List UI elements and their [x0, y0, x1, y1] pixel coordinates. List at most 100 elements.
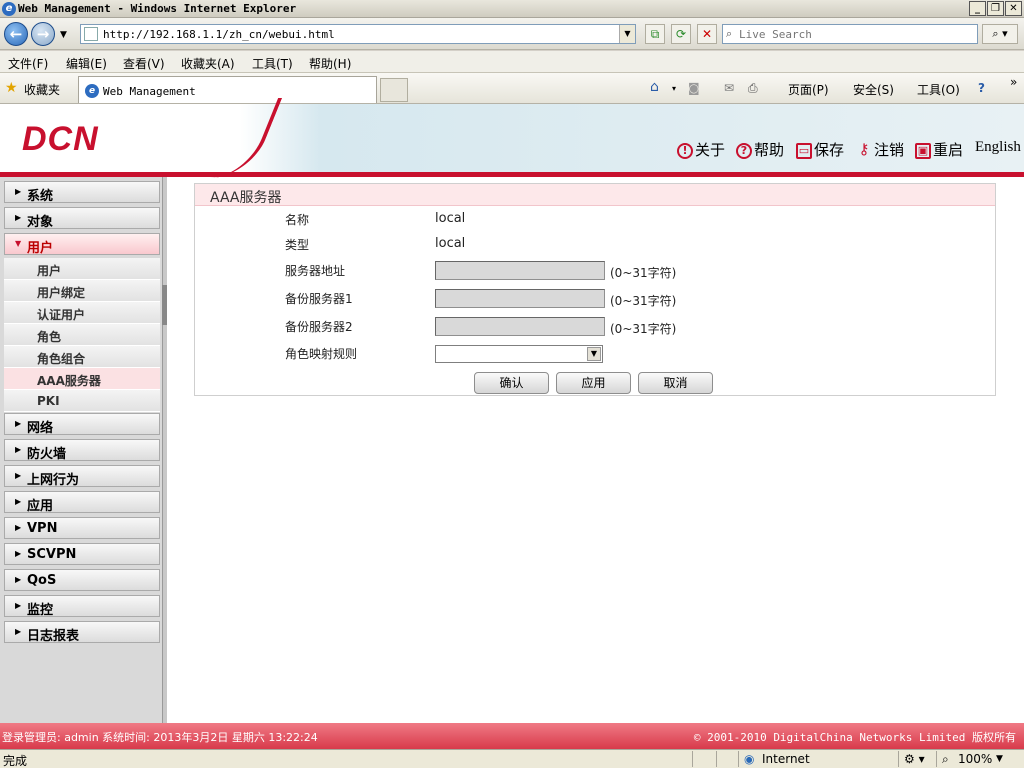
back-button[interactable]: ← — [4, 22, 28, 46]
favorites-button[interactable]: 收藏夹 — [24, 81, 60, 98]
save-label: 保存 — [814, 141, 845, 159]
role-mapping-select[interactable]: ▼ — [435, 345, 603, 363]
restore-button[interactable]: ❐ — [987, 1, 1004, 16]
chevron-down-icon: ▼ — [15, 239, 22, 248]
home-dropdown-icon[interactable]: ▾ — [672, 84, 676, 93]
menu-help[interactable]: 帮助(H) — [309, 55, 351, 72]
type-label: 类型 — [285, 238, 310, 252]
login-info: 登录管理员: admin 系统时间: 2013年3月2日 星期六 13:22:2… — [2, 731, 318, 744]
search-button[interactable]: ⌕ ▾ — [982, 24, 1018, 44]
reboot-label: 重启 — [933, 141, 964, 159]
page-menu[interactable]: 页面(P) — [788, 81, 829, 98]
refresh-icon[interactable]: ⟳ — [671, 24, 691, 44]
chevron-right-icon: ▶ — [15, 497, 22, 506]
safety-menu[interactable]: 安全(S) — [853, 81, 894, 98]
key-icon: ⚷ — [858, 140, 870, 158]
nav-scvpn[interactable]: ▶ SCVPN — [4, 543, 160, 565]
select-dropdown-icon[interactable]: ▼ — [587, 347, 601, 361]
sidebar-splitter[interactable] — [162, 177, 167, 723]
menu-tools[interactable]: 工具(T) — [252, 55, 293, 72]
page-icon — [84, 27, 98, 41]
chevron-right-icon: ▶ — [15, 627, 22, 636]
sidebar-nav: ▶ 系统 ▶ 对象 ▼ 用户 用户 用户绑定 认证用户 角色 角色组合 AAA服务器 … — [0, 177, 167, 723]
print-icon[interactable]: ⎙ — [748, 81, 758, 96]
mail-icon[interactable]: ✉ — [724, 81, 734, 95]
address-bar[interactable]: http://192.168.1.1/zh_cn/webui.html ▼ — [80, 24, 636, 44]
reboot-link[interactable]: ▣ 重启 — [915, 139, 963, 160]
stop-icon[interactable]: ✕ — [697, 24, 717, 44]
about-link[interactable]: ! 关于 — [677, 139, 725, 160]
chevron-right-icon: ▶ — [15, 213, 22, 222]
chevron-right-icon: ▶ — [15, 523, 22, 532]
favorites-star-icon[interactable]: ★ — [5, 80, 18, 96]
save-link[interactable]: ▭ 保存 — [796, 139, 844, 160]
zoom-level[interactable]: 100% — [958, 752, 992, 766]
menu-edit[interactable]: 编辑(E) — [66, 55, 107, 72]
zoom-dropdown-icon[interactable]: ▼ — [996, 754, 1003, 764]
cancel-button[interactable]: 取消 — [638, 372, 713, 394]
protected-mode-icon[interactable]: ⚙ ▾ — [904, 752, 925, 766]
backup-server-1-input[interactable] — [435, 289, 605, 308]
feeds-icon[interactable]: ◙ — [688, 81, 700, 95]
copyright: © 2001-2010 DigitalChina Networks Limite… — [693, 731, 1016, 744]
logout-label: 注销 — [874, 141, 905, 159]
nav-firewall[interactable]: ▶ 防火墙 — [4, 439, 160, 462]
nav-vpn[interactable]: ▶ VPN — [4, 517, 160, 539]
tools-menu[interactable]: 工具(O) — [917, 81, 960, 98]
minimize-button[interactable]: _ — [969, 1, 986, 16]
status-separator — [716, 751, 717, 767]
nav-sub-role-combination[interactable]: 角色组合 — [4, 346, 160, 368]
nav-qos[interactable]: ▶ QoS — [4, 569, 160, 591]
home-icon[interactable]: ⌂ — [650, 79, 659, 95]
help-label: 帮助 — [754, 141, 785, 159]
english-link[interactable]: English — [975, 139, 1021, 156]
nav-log-reports[interactable]: ▶ 日志报表 — [4, 621, 160, 644]
nav-internet-behavior[interactable]: ▶ 上网行为 — [4, 465, 160, 488]
nav-sub-user-binding[interactable]: 用户绑定 — [4, 280, 160, 302]
forward-button[interactable]: → — [31, 22, 55, 46]
favorites-bar: ★ 收藏夹 e Web Management ⌂ ▾ ◙ ✉ ⎙ 页面(P) 安… — [0, 73, 1024, 104]
close-window-button[interactable]: ✕ — [1005, 1, 1022, 16]
nav-sub-users[interactable]: 用户 — [4, 258, 160, 280]
nav-sub-roles[interactable]: 角色 — [4, 324, 160, 346]
menu-favorites[interactable]: 收藏夹(A) — [181, 55, 235, 72]
nav-objects[interactable]: ▶ 对象 — [4, 207, 160, 230]
page-footer: 登录管理员: admin 系统时间: 2013年3月2日 星期六 13:22:2… — [0, 723, 1024, 749]
backup-server-2-input[interactable] — [435, 317, 605, 336]
logout-link[interactable]: ⚷ 注销 — [856, 139, 905, 160]
compatibility-icon[interactable]: ⧉ — [645, 24, 665, 44]
address-dropdown-icon[interactable]: ▼ — [619, 25, 635, 43]
chevron-right-icon: ▶ — [15, 187, 22, 196]
nav-applications[interactable]: ▶ 应用 — [4, 491, 160, 514]
search-box[interactable]: ⌕ — [722, 24, 978, 44]
server-address-input[interactable] — [435, 261, 605, 280]
menu-view[interactable]: 查看(V) — [123, 55, 165, 72]
zoom-icon[interactable]: ⌕ — [942, 752, 949, 767]
tab-ie-icon: e — [85, 84, 99, 98]
nav-sub-auth-users[interactable]: 认证用户 — [4, 302, 160, 324]
help-link[interactable]: ? 帮助 — [736, 139, 784, 160]
new-tab-button[interactable] — [380, 78, 408, 102]
save-icon: ▭ — [796, 143, 812, 159]
nav-system[interactable]: ▶ 系统 — [4, 181, 160, 204]
help-icon[interactable]: ? — [978, 81, 985, 95]
browser-tab[interactable]: e Web Management — [78, 76, 377, 103]
role-mapping-label: 角色映射规则 — [285, 347, 358, 361]
name-label: 名称 — [285, 213, 310, 227]
apply-button[interactable]: 应用 — [556, 372, 631, 394]
nav-sub-pki[interactable]: PKI — [4, 390, 160, 412]
ie-logo-icon: e — [2, 2, 16, 16]
chevron-more-icon[interactable]: » — [1010, 75, 1017, 89]
nav-network[interactable]: ▶ 网络 — [4, 413, 160, 436]
menu-file[interactable]: 文件(F) — [8, 55, 48, 72]
nav-monitor[interactable]: ▶ 监控 — [4, 595, 160, 618]
collapse-handle[interactable] — [162, 285, 167, 325]
nav-sub-aaa-server[interactable]: AAA服务器 — [4, 368, 160, 390]
chevron-right-icon: ▶ — [15, 419, 22, 428]
confirm-button[interactable]: 确认 — [474, 372, 549, 394]
page-header: DCN ! 关于 ? 帮助 ▭ 保存 ⚷ 注销 ▣ 重启 English — [0, 98, 1024, 178]
aaa-server-panel: AAA服务器 名称 local 类型 local 服务器地址 (0~31字符) … — [194, 183, 996, 396]
search-input[interactable] — [739, 27, 969, 41]
history-dropdown-icon[interactable]: ▼ — [60, 30, 67, 40]
nav-users[interactable]: ▼ 用户 — [4, 233, 160, 256]
